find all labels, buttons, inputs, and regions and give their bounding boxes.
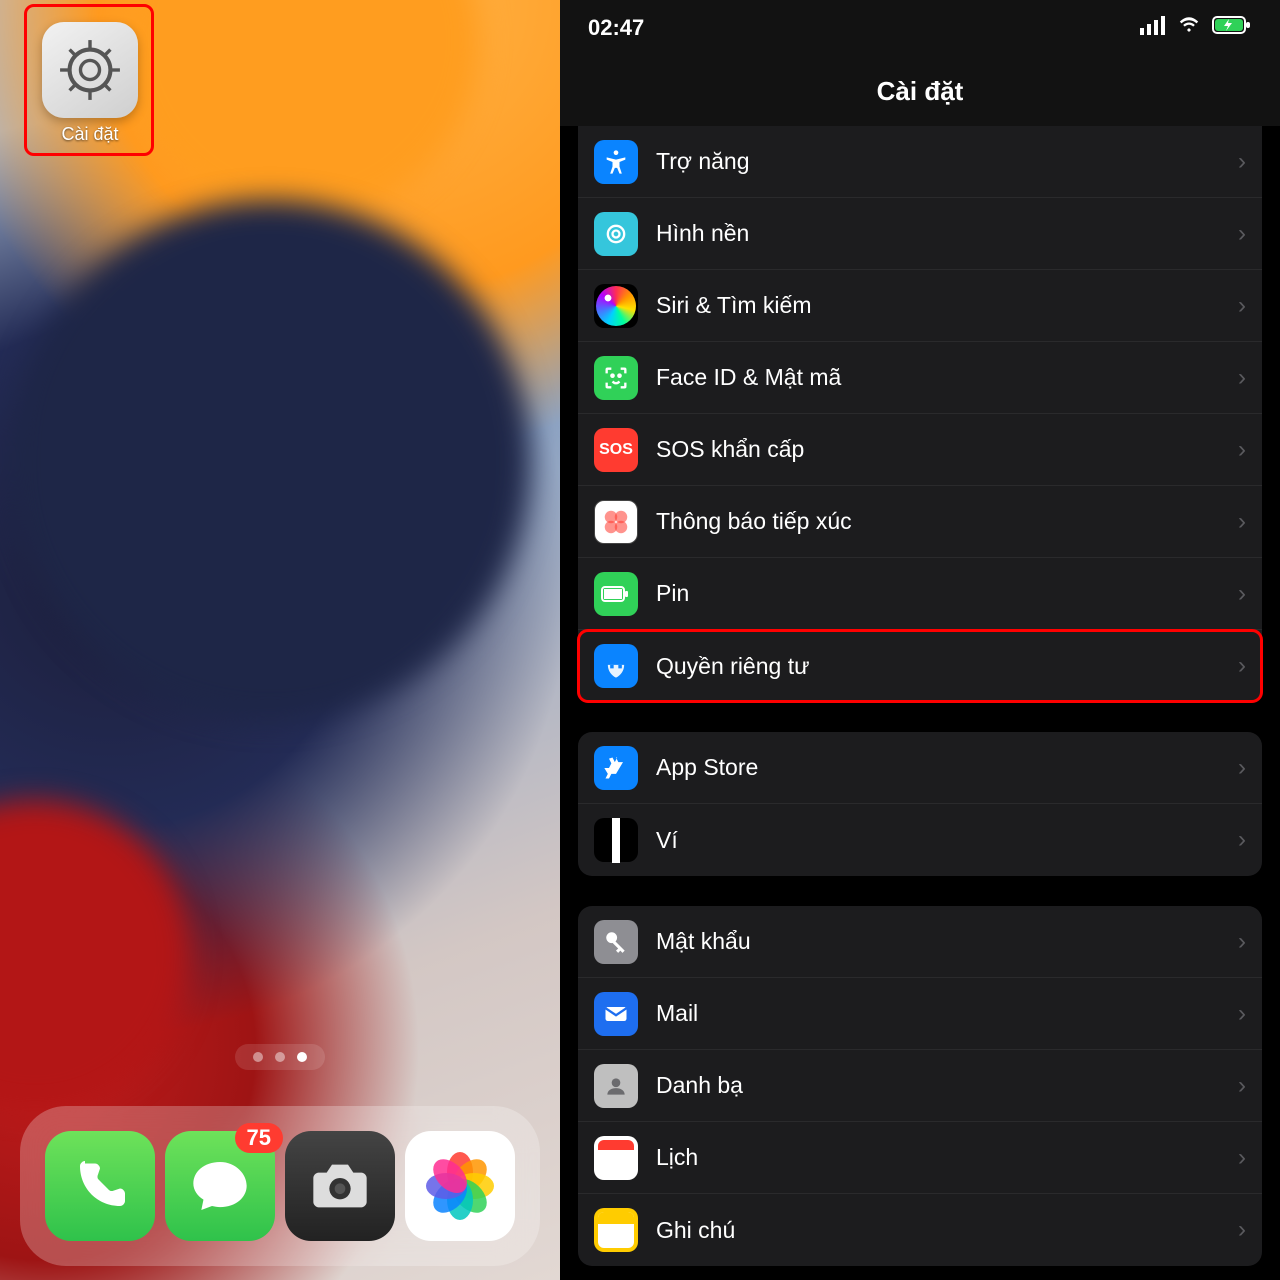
settings-row-keys[interactable]: Mật khẩu› [578, 906, 1262, 978]
wifi-icon [1176, 15, 1202, 41]
settings-row-notes[interactable]: Ghi chú› [578, 1194, 1262, 1266]
messages-badge: 75 [235, 1123, 283, 1153]
notes-icon [594, 1208, 638, 1252]
settings-screen: 02:47 Cài đặt Trợ năng›Hình nền›Siri & T… [560, 0, 1280, 1280]
chevron-right-icon: › [1238, 1000, 1246, 1028]
chevron-right-icon: › [1238, 148, 1246, 176]
faceid-icon [594, 356, 638, 400]
settings-row-contacts[interactable]: Danh bạ› [578, 1050, 1262, 1122]
settings-row-label: Face ID & Mật mã [656, 364, 1238, 391]
page-title: Cài đặt [560, 56, 1280, 126]
phone-app[interactable] [45, 1131, 155, 1241]
calendar-icon [594, 1136, 638, 1180]
contacts-icon [594, 1064, 638, 1108]
settings-row-appstore[interactable]: App Store› [578, 732, 1262, 804]
settings-group-1: Trợ năng›Hình nền›Siri & Tìm kiếm›Face I… [578, 126, 1262, 702]
settings-row-label: App Store [656, 754, 1238, 781]
page-dot-active [297, 1052, 307, 1062]
accessibility-icon [594, 140, 638, 184]
page-indicator[interactable] [235, 1044, 325, 1070]
privacy-icon [594, 644, 638, 688]
messages-app[interactable]: 75 [165, 1131, 275, 1241]
settings-list[interactable]: Trợ năng›Hình nền›Siri & Tìm kiếm›Face I… [560, 126, 1280, 1280]
settings-row-battery[interactable]: Pin› [578, 558, 1262, 630]
sos-icon: SOS [594, 428, 638, 472]
appstore-icon [594, 746, 638, 790]
settings-row-label: Trợ năng [656, 148, 1238, 175]
home-screen: Cài đặt 75 [0, 0, 560, 1280]
settings-row-exposure[interactable]: Thông báo tiếp xúc› [578, 486, 1262, 558]
settings-row-calendar[interactable]: Lịch› [578, 1122, 1262, 1194]
settings-row-label: Ghi chú [656, 1217, 1238, 1244]
settings-row-wallet[interactable]: Ví› [578, 804, 1262, 876]
chevron-right-icon: › [1238, 652, 1246, 680]
chevron-right-icon: › [1238, 580, 1246, 608]
siri-icon [594, 284, 638, 328]
settings-row-label: Quyền riêng tư [656, 653, 1238, 680]
battery-icon [594, 572, 638, 616]
settings-row-label: Mật khẩu [656, 928, 1238, 955]
chevron-right-icon: › [1238, 928, 1246, 956]
settings-row-mail[interactable]: Mail› [578, 978, 1262, 1050]
settings-row-label: SOS khẩn cấp [656, 436, 1238, 463]
keys-icon [594, 920, 638, 964]
page-dot [253, 1052, 263, 1062]
photos-app[interactable] [405, 1131, 515, 1241]
settings-app[interactable]: Cài đặt [36, 22, 144, 145]
mail-icon [594, 992, 638, 1036]
settings-row-faceid[interactable]: Face ID & Mật mã› [578, 342, 1262, 414]
chevron-right-icon: › [1238, 1072, 1246, 1100]
settings-row-privacy[interactable]: Quyền riêng tư› [578, 630, 1262, 702]
settings-app-label: Cài đặt [61, 124, 118, 145]
settings-row-label: Mail [656, 1000, 1238, 1027]
settings-row-accessibility[interactable]: Trợ năng› [578, 126, 1262, 198]
settings-row-sos[interactable]: SOS SOS khẩn cấp› [578, 414, 1262, 486]
chevron-right-icon: › [1238, 826, 1246, 854]
settings-icon [42, 22, 138, 118]
settings-row-label: Siri & Tìm kiếm [656, 292, 1238, 319]
battery-icon [1212, 15, 1252, 41]
page-dot [275, 1052, 285, 1062]
settings-row-label: Ví [656, 827, 1238, 854]
chevron-right-icon: › [1238, 292, 1246, 320]
exposure-icon [594, 500, 638, 544]
status-bar: 02:47 [560, 0, 1280, 56]
settings-row-siri[interactable]: Siri & Tìm kiếm› [578, 270, 1262, 342]
chevron-right-icon: › [1238, 436, 1246, 464]
chevron-right-icon: › [1238, 1144, 1246, 1172]
chevron-right-icon: › [1238, 508, 1246, 536]
chevron-right-icon: › [1238, 1216, 1246, 1244]
chevron-right-icon: › [1238, 754, 1246, 782]
settings-group-3: Mật khẩu›Mail›Danh bạ›Lịch›Ghi chú› [578, 906, 1262, 1266]
dock: 75 [20, 1106, 540, 1266]
settings-row-wallpaper[interactable]: Hình nền› [578, 198, 1262, 270]
status-time: 02:47 [588, 15, 644, 41]
cellular-icon [1140, 15, 1166, 41]
settings-group-2: App Store›Ví› [578, 732, 1262, 876]
wallet-icon [594, 818, 638, 862]
settings-row-label: Danh bạ [656, 1072, 1238, 1099]
wallpaper [0, 0, 560, 1280]
camera-app[interactable] [285, 1131, 395, 1241]
settings-row-label: Hình nền [656, 220, 1238, 247]
settings-row-label: Thông báo tiếp xúc [656, 508, 1238, 535]
chevron-right-icon: › [1238, 364, 1246, 392]
settings-row-label: Pin [656, 580, 1238, 607]
wallpaper-icon [594, 212, 638, 256]
chevron-right-icon: › [1238, 220, 1246, 248]
settings-row-label: Lịch [656, 1144, 1238, 1171]
